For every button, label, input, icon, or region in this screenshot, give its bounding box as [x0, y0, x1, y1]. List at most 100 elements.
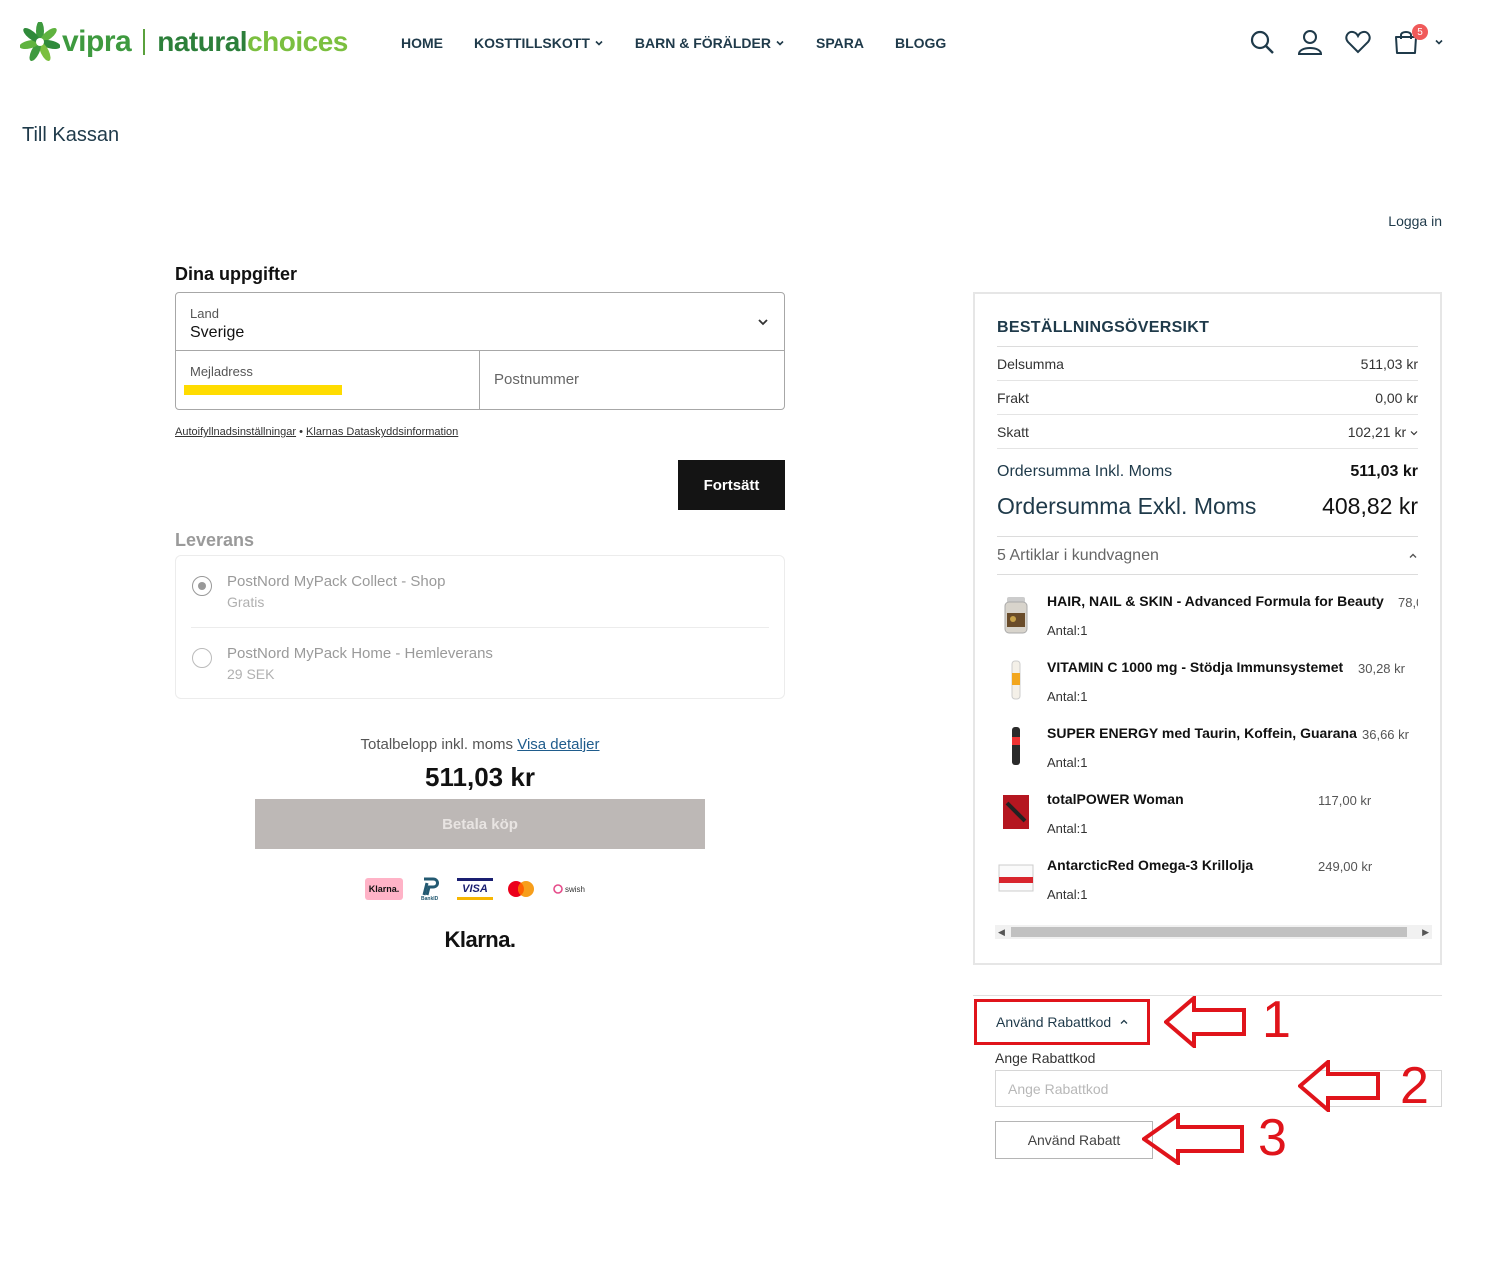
- nav-label: SPARA: [816, 35, 864, 51]
- cart-items-list: HAIR, NAIL & SKIN - Advanced Formula for…: [997, 575, 1418, 915]
- search-icon[interactable]: [1248, 28, 1276, 56]
- product-qty: Antal:1: [1047, 887, 1088, 902]
- cart-items-toggle[interactable]: 5 Artiklar i kundvagnen: [997, 537, 1418, 575]
- klarna-logo-text: Klarna.: [368, 884, 400, 894]
- mastercard-icon: [508, 881, 534, 897]
- legal-separator: •: [296, 426, 307, 438]
- list-item: AntarcticRed Omega-3 Krillolja 249,00 kr…: [997, 849, 1418, 915]
- shipping-option-name: PostNord MyPack Collect - Shop: [227, 573, 446, 590]
- heart-icon[interactable]: [1344, 28, 1372, 56]
- product-qty: Antal:1: [1047, 689, 1088, 704]
- brand-name-naturalchoices: naturalchoices: [157, 26, 348, 58]
- shipping-option-name: PostNord MyPack Home - Hemleverans: [227, 645, 493, 662]
- klarna-logo-icon: Klarna.: [365, 878, 403, 900]
- login-link[interactable]: Logga in: [1388, 213, 1442, 229]
- row-value: 511,03 kr: [1360, 355, 1418, 372]
- chevron-up-icon: [1409, 553, 1417, 558]
- annotation-arrow-2-icon: [1298, 1060, 1380, 1112]
- radio-selected[interactable]: [192, 576, 212, 596]
- nav-item-kosttillskott[interactable]: KOSTTILLSKOTT: [474, 35, 604, 51]
- email-label: Mejladress: [190, 364, 253, 379]
- nav-label: HOME: [401, 35, 443, 51]
- total-excl-label: Ordersumma Exkl. Moms: [997, 493, 1257, 519]
- total-incl-label: Ordersumma Inkl. Moms: [997, 463, 1173, 480]
- discount-toggle[interactable]: Använd Rabattkod: [974, 999, 1150, 1045]
- apply-discount-button[interactable]: Använd Rabatt: [995, 1121, 1153, 1159]
- legal-links: Autoifyllnadsinställningar • Klarnas Dat…: [175, 426, 785, 438]
- autofill-settings-link[interactable]: Autoifyllnadsinställningar: [175, 426, 296, 438]
- tax-row[interactable]: Skatt 102,21 kr: [997, 415, 1418, 449]
- product-image: [1011, 660, 1021, 700]
- row-value: 0,00 kr: [1375, 389, 1418, 406]
- country-value: Sverige: [190, 324, 245, 341]
- annotation-number-2: 2: [1400, 1057, 1429, 1115]
- row-value: 102,21 kr: [1348, 424, 1418, 440]
- nav-label: BARN & FÖRÄLDER: [634, 35, 771, 51]
- shipping-row: Frakt 0,00 kr: [997, 381, 1418, 415]
- nav-item-home[interactable]: HOME: [401, 35, 443, 51]
- user-icon[interactable]: [1296, 28, 1324, 56]
- continue-button[interactable]: Fortsätt: [678, 460, 785, 510]
- annotation-number-3: 3: [1258, 1109, 1287, 1167]
- list-item: VITAMIN C 1000 mg - Stödja Immunsystemet…: [997, 651, 1418, 717]
- section-title-details: Dina uppgifter: [175, 264, 297, 284]
- horizontal-scrollbar[interactable]: ◀ ▶: [995, 925, 1432, 939]
- scroll-right-arrow-icon[interactable]: ▶: [1422, 927, 1429, 938]
- visa-logo-text: VISA: [462, 883, 488, 895]
- postal-code-field[interactable]: Postnummer: [480, 351, 784, 409]
- shipping-option-collect[interactable]: PostNord MyPack Collect - Shop Gratis: [191, 556, 769, 628]
- product-qty: Antal:1: [1047, 623, 1088, 638]
- product-image: [1004, 597, 1028, 634]
- email-field[interactable]: Mejladress: [176, 351, 480, 409]
- swish-logo-text: swish: [564, 884, 585, 894]
- order-summary: BESTÄLLNINGSÖVERSIKT Delsumma 511,03 kr …: [973, 292, 1442, 965]
- country-select[interactable]: Land Sverige: [176, 293, 784, 351]
- brand-choices: choices: [247, 26, 348, 57]
- total-excl-row: Ordersumma Exkl. Moms 408,82 kr: [997, 493, 1418, 537]
- shipping-option-home[interactable]: PostNord MyPack Home - Hemleverans 29 SE…: [191, 628, 769, 700]
- total-incl-value: 511,03 kr: [1350, 463, 1418, 480]
- product-image: [998, 864, 1034, 892]
- nav-item-blogg[interactable]: BLOGG: [895, 35, 946, 51]
- payment-logos: Klarna. BankID VISA swish: [365, 877, 589, 901]
- view-details-link[interactable]: Visa detaljer: [517, 736, 599, 753]
- annotation-number-1: 1: [1262, 991, 1291, 1049]
- product-image: [1012, 727, 1020, 765]
- tax-value: 102,21 kr: [1347, 423, 1407, 440]
- header-actions: 5: [1248, 24, 1444, 56]
- total-incl-row: Ordersumma Inkl. Moms 511,03 kr: [997, 463, 1418, 481]
- product-name: totalPOWER Woman: [1047, 791, 1184, 807]
- list-item: totalPOWER Woman 117,00 kr Antal:1: [997, 783, 1418, 849]
- nav-item-barn-foralder[interactable]: BARN & FÖRÄLDER: [635, 35, 785, 51]
- row-label: Frakt: [997, 389, 1029, 406]
- brand-divider: [143, 29, 146, 55]
- product-price: 36,66 kr: [1362, 727, 1409, 742]
- cart-button[interactable]: 5: [1392, 24, 1444, 56]
- shipping-option-price: Gratis: [227, 594, 265, 610]
- privacy-info-link[interactable]: Klarnas Dataskyddsinformation: [306, 426, 458, 438]
- shipping-options: PostNord MyPack Collect - Shop Gratis Po…: [175, 555, 785, 699]
- main-nav: HOME KOSTTILLSKOTT BARN & FÖRÄLDER SPARA…: [401, 35, 946, 51]
- radio-unselected[interactable]: [192, 648, 212, 668]
- product-name: VITAMIN C 1000 mg - Stödja Immunsystemet: [1047, 659, 1344, 675]
- subtotal-row: Delsumma 511,03 kr: [997, 347, 1418, 381]
- scrollbar-thumb[interactable]: [1011, 927, 1407, 937]
- nav-label: BLOGG: [894, 35, 947, 51]
- product-price: 78,09 kr: [1398, 595, 1418, 610]
- product-qty: Antal:1: [1047, 755, 1088, 770]
- brand-logo[interactable]: vipra naturalchoices: [20, 22, 348, 62]
- total-label: Totalbelopp inkl. moms: [360, 736, 514, 753]
- pay-button[interactable]: Betala köp: [255, 799, 705, 849]
- discount-toggle-label: Använd Rabattkod: [996, 1014, 1112, 1030]
- cart-icon-wrapper: 5: [1392, 24, 1428, 56]
- country-label: Land: [190, 306, 219, 321]
- discount-input-label: Ange Rabattkod: [995, 1050, 1096, 1066]
- row-label: Skatt: [997, 423, 1029, 440]
- page-title: Till Kassan: [22, 124, 120, 146]
- nav-item-spara[interactable]: SPARA: [816, 35, 864, 51]
- scroll-left-arrow-icon[interactable]: ◀: [998, 927, 1005, 938]
- product-name: HAIR, NAIL & SKIN - Advanced Formula for…: [1047, 593, 1384, 609]
- product-price: 117,00 kr: [1318, 793, 1372, 808]
- chevron-down-icon: [1410, 430, 1418, 435]
- brand-name-vipra: vipra: [62, 25, 132, 58]
